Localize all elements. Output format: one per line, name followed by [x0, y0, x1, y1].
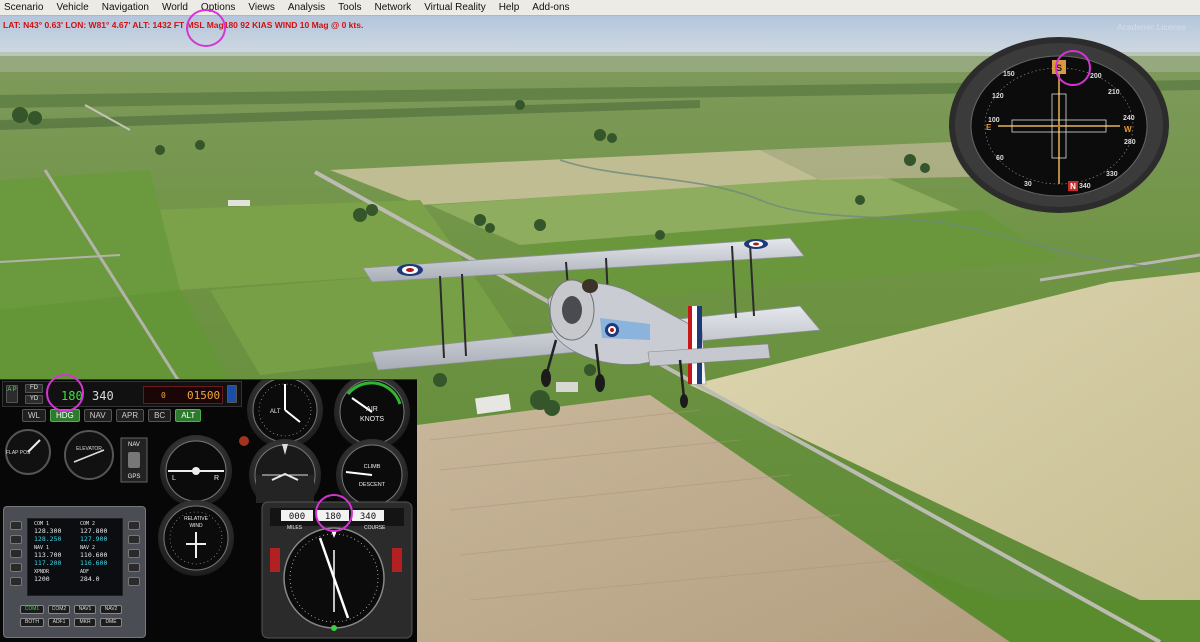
flap-label: FLAP POS: [6, 450, 31, 456]
compass-number-340: 340: [1079, 183, 1091, 190]
license-label: Academic License: [1117, 22, 1186, 32]
menu-add-ons[interactable]: Add-ons: [532, 2, 569, 13]
compass-west-label: W: [1124, 125, 1132, 134]
cockpit-instrument-panel: A P FD YD 180 340 0 01500 WL HDG NAV APR…: [0, 374, 417, 642]
turn-left-label: L: [172, 475, 176, 482]
radio-side-button-8[interactable]: [128, 549, 140, 558]
highlight-circle-status: [186, 9, 226, 47]
radio-stack: COM 1 128.300 128.250 COM 2 127.800 127.…: [3, 506, 146, 638]
hsi-course-value: 340: [360, 512, 376, 522]
radio-mkr-button[interactable]: MKR: [74, 618, 96, 627]
highlight-circle-compass: [1055, 50, 1091, 86]
com1-active-freq: 128.300: [34, 527, 62, 535]
radio-dme-button[interactable]: DME: [100, 618, 122, 627]
vsi-descent-label: DESCENT: [359, 482, 386, 488]
nav-switch-label: NAV: [128, 442, 140, 448]
turn-coordinator-gauge: L R: [160, 435, 232, 507]
com1-standby-freq: 128.250: [34, 535, 62, 543]
compass-number-210: 210: [1108, 89, 1120, 96]
highlight-circle-autopilot: [46, 374, 84, 412]
simulator-window: Scenario Vehicle Navigation World Option…: [0, 0, 1200, 642]
menu-world[interactable]: World: [162, 2, 188, 13]
airspeed-air-label: AIR: [366, 406, 378, 413]
xpndr-code: 1200: [34, 575, 50, 583]
highlight-circle-hsi: [315, 494, 353, 532]
menu-vehicle[interactable]: Vehicle: [56, 2, 88, 13]
wind-label: WIND: [189, 523, 203, 529]
elevator-trim-gauge: ELEVATOR: [64, 430, 114, 480]
radio-side-button-6[interactable]: [128, 521, 140, 530]
com2-standby-freq: 127.900: [80, 535, 108, 543]
compass-number-150: 150: [1003, 71, 1015, 78]
nav2-active-freq: 110.600: [80, 551, 108, 559]
compass-number-330: 330: [1106, 171, 1118, 178]
hsi-miles-label: MILES: [287, 525, 303, 531]
position-readout: LAT: N43° 0.63' LON: W81° 4.67' ALT: 143…: [3, 20, 364, 30]
compass-east-label: E: [986, 123, 992, 132]
radio-nav2-button[interactable]: NAV2: [100, 605, 122, 614]
radio-side-button-9[interactable]: [128, 563, 140, 572]
menu-network[interactable]: Network: [375, 2, 412, 13]
radio-adf1-button[interactable]: ADF1: [48, 618, 70, 627]
turn-right-label: R: [214, 475, 219, 482]
attitude-indicator: [249, 439, 321, 511]
menu-help[interactable]: Help: [499, 2, 520, 13]
hsi-course-label: COURSE: [364, 525, 386, 531]
menu-navigation[interactable]: Navigation: [102, 2, 149, 13]
radio-side-button-1[interactable]: [10, 521, 22, 530]
com2-active-freq: 127.800: [80, 527, 108, 535]
hsi-dme-miles: 000: [289, 512, 305, 522]
radio-com1-button[interactable]: COM1: [20, 605, 44, 614]
menu-virtual-reality[interactable]: Virtual Reality: [424, 2, 486, 13]
radio-side-button-4[interactable]: [10, 563, 22, 572]
airspeed-knots-label: KNOTS: [360, 416, 384, 423]
radio-nav1-button[interactable]: NAV1: [74, 605, 96, 614]
altimeter-label: ALT: [270, 409, 281, 415]
compass-north-label: N: [1070, 182, 1076, 191]
relative-wind-gauge: RELATIVE WIND: [158, 500, 234, 576]
compass-number-240: 240: [1123, 115, 1135, 122]
nav1-standby-freq: 117.200: [34, 559, 62, 567]
adf-freq: 284.0: [80, 575, 100, 583]
menu-views[interactable]: Views: [248, 2, 275, 13]
radio-side-button-5[interactable]: [10, 577, 22, 586]
relative-wind-label: RELATIVE: [184, 516, 208, 522]
radio-side-button-2[interactable]: [10, 535, 22, 544]
radio-side-button-3[interactable]: [10, 549, 22, 558]
menu-analysis[interactable]: Analysis: [288, 2, 325, 13]
radio-display: COM 1 128.300 128.250 COM 2 127.800 127.…: [27, 518, 123, 596]
compass-number-30: 30: [1024, 181, 1032, 188]
menu-scenario[interactable]: Scenario: [4, 2, 43, 13]
flap-gauge: FLAP POS: [5, 429, 51, 475]
menu-tools[interactable]: Tools: [338, 2, 361, 13]
warning-lamp: [239, 436, 249, 446]
altimeter-gauge: ALT: [247, 380, 323, 448]
vsi-climb-label: CLIMB: [364, 464, 381, 470]
elevator-label: ELEVATOR: [76, 446, 102, 452]
nav1-active-freq: 113.700: [34, 551, 62, 559]
radio-com2-button[interactable]: COM2: [48, 605, 70, 614]
radio-both-button[interactable]: BOTH: [20, 618, 44, 627]
radio-side-button-10[interactable]: [128, 577, 140, 586]
gps-switch-label: GPS: [128, 474, 141, 480]
nav2-standby-freq: 116.600: [80, 559, 108, 567]
radio-side-button-7[interactable]: [128, 535, 140, 544]
menu-bar: Scenario Vehicle Navigation World Option…: [0, 0, 1200, 16]
